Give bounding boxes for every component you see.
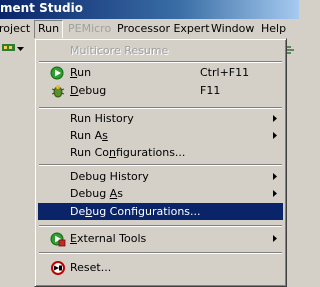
- submenu-arrow-icon: [273, 190, 277, 197]
- menu-item-run-as[interactable]: Run As: [38, 127, 283, 144]
- title-bar: ment Studio: [0, 0, 299, 19]
- menu-item-label: Debug Configurations...: [70, 205, 201, 218]
- menu-item-accelerator: Ctrl+F11: [200, 66, 250, 79]
- submenu-arrow-icon: [273, 115, 277, 122]
- menu-separator: [39, 61, 282, 63]
- submenu-arrow-icon: [273, 173, 277, 180]
- submenu-arrow-icon: [273, 132, 277, 139]
- menu-separator: [39, 225, 282, 227]
- menu-bar: roject Run PEMicro Processor Expert Wind…: [0, 19, 299, 39]
- chevron-down-icon[interactable]: [17, 47, 24, 51]
- submenu-arrow-icon: [273, 235, 277, 242]
- menu-item-label: Run History: [70, 112, 134, 125]
- menu-item-run-configurations[interactable]: Run Configurations...: [38, 144, 283, 161]
- menubar-item-pemicro[interactable]: PEMicro: [68, 22, 111, 35]
- menu-item-label: Run Configurations...: [70, 146, 186, 159]
- menu-item-external-tools[interactable]: External Tools: [38, 230, 283, 247]
- window-title: ment Studio: [0, 1, 83, 15]
- menu-item-multicore-resume: Multicore Resume: [38, 42, 283, 59]
- reset-icon: [51, 261, 65, 275]
- menu-item-label: External Tools: [70, 232, 147, 245]
- menubar-item-run-label: Run: [38, 22, 60, 35]
- menu-item-label: Run: [70, 66, 92, 79]
- menu-item-label: Debug: [70, 84, 107, 97]
- menu-separator: [39, 164, 282, 166]
- run-icon: [50, 66, 64, 80]
- run-menu: Multicore Resume Run Ctrl+F11 Debug F11 …: [34, 38, 287, 287]
- menubar-item-project[interactable]: roject: [0, 22, 30, 35]
- external-tools-icon: [50, 232, 66, 247]
- menubar-item-processor-expert[interactable]: Processor Expert: [117, 22, 210, 35]
- menu-item-debug-history[interactable]: Debug History: [38, 168, 283, 185]
- menu-item-label: Debug As: [70, 187, 123, 200]
- menu-item-label: Run As: [70, 129, 108, 142]
- menu-item-debug-configurations[interactable]: Debug Configurations...: [38, 203, 283, 220]
- debug-icon: [51, 85, 65, 98]
- menu-item-label: Multicore Resume: [70, 44, 169, 57]
- menu-item-run-history[interactable]: Run History: [38, 110, 283, 127]
- menu-item-run[interactable]: Run Ctrl+F11: [38, 64, 283, 81]
- menu-item-label: Reset...: [70, 261, 112, 274]
- menu-separator: [39, 252, 282, 254]
- toolbar-build-icon[interactable]: [2, 43, 16, 53]
- menubar-item-run[interactable]: Run: [34, 20, 64, 39]
- menu-item-debug[interactable]: Debug F11: [38, 82, 283, 99]
- menu-item-label: Debug History: [70, 170, 149, 183]
- menu-item-reset[interactable]: Reset...: [38, 259, 283, 276]
- menu-item-accelerator: F11: [200, 84, 221, 97]
- menubar-item-window[interactable]: Window: [211, 22, 254, 35]
- menu-separator: [39, 107, 282, 109]
- menubar-item-help[interactable]: Help: [261, 22, 286, 35]
- menu-item-debug-as[interactable]: Debug As: [38, 185, 283, 202]
